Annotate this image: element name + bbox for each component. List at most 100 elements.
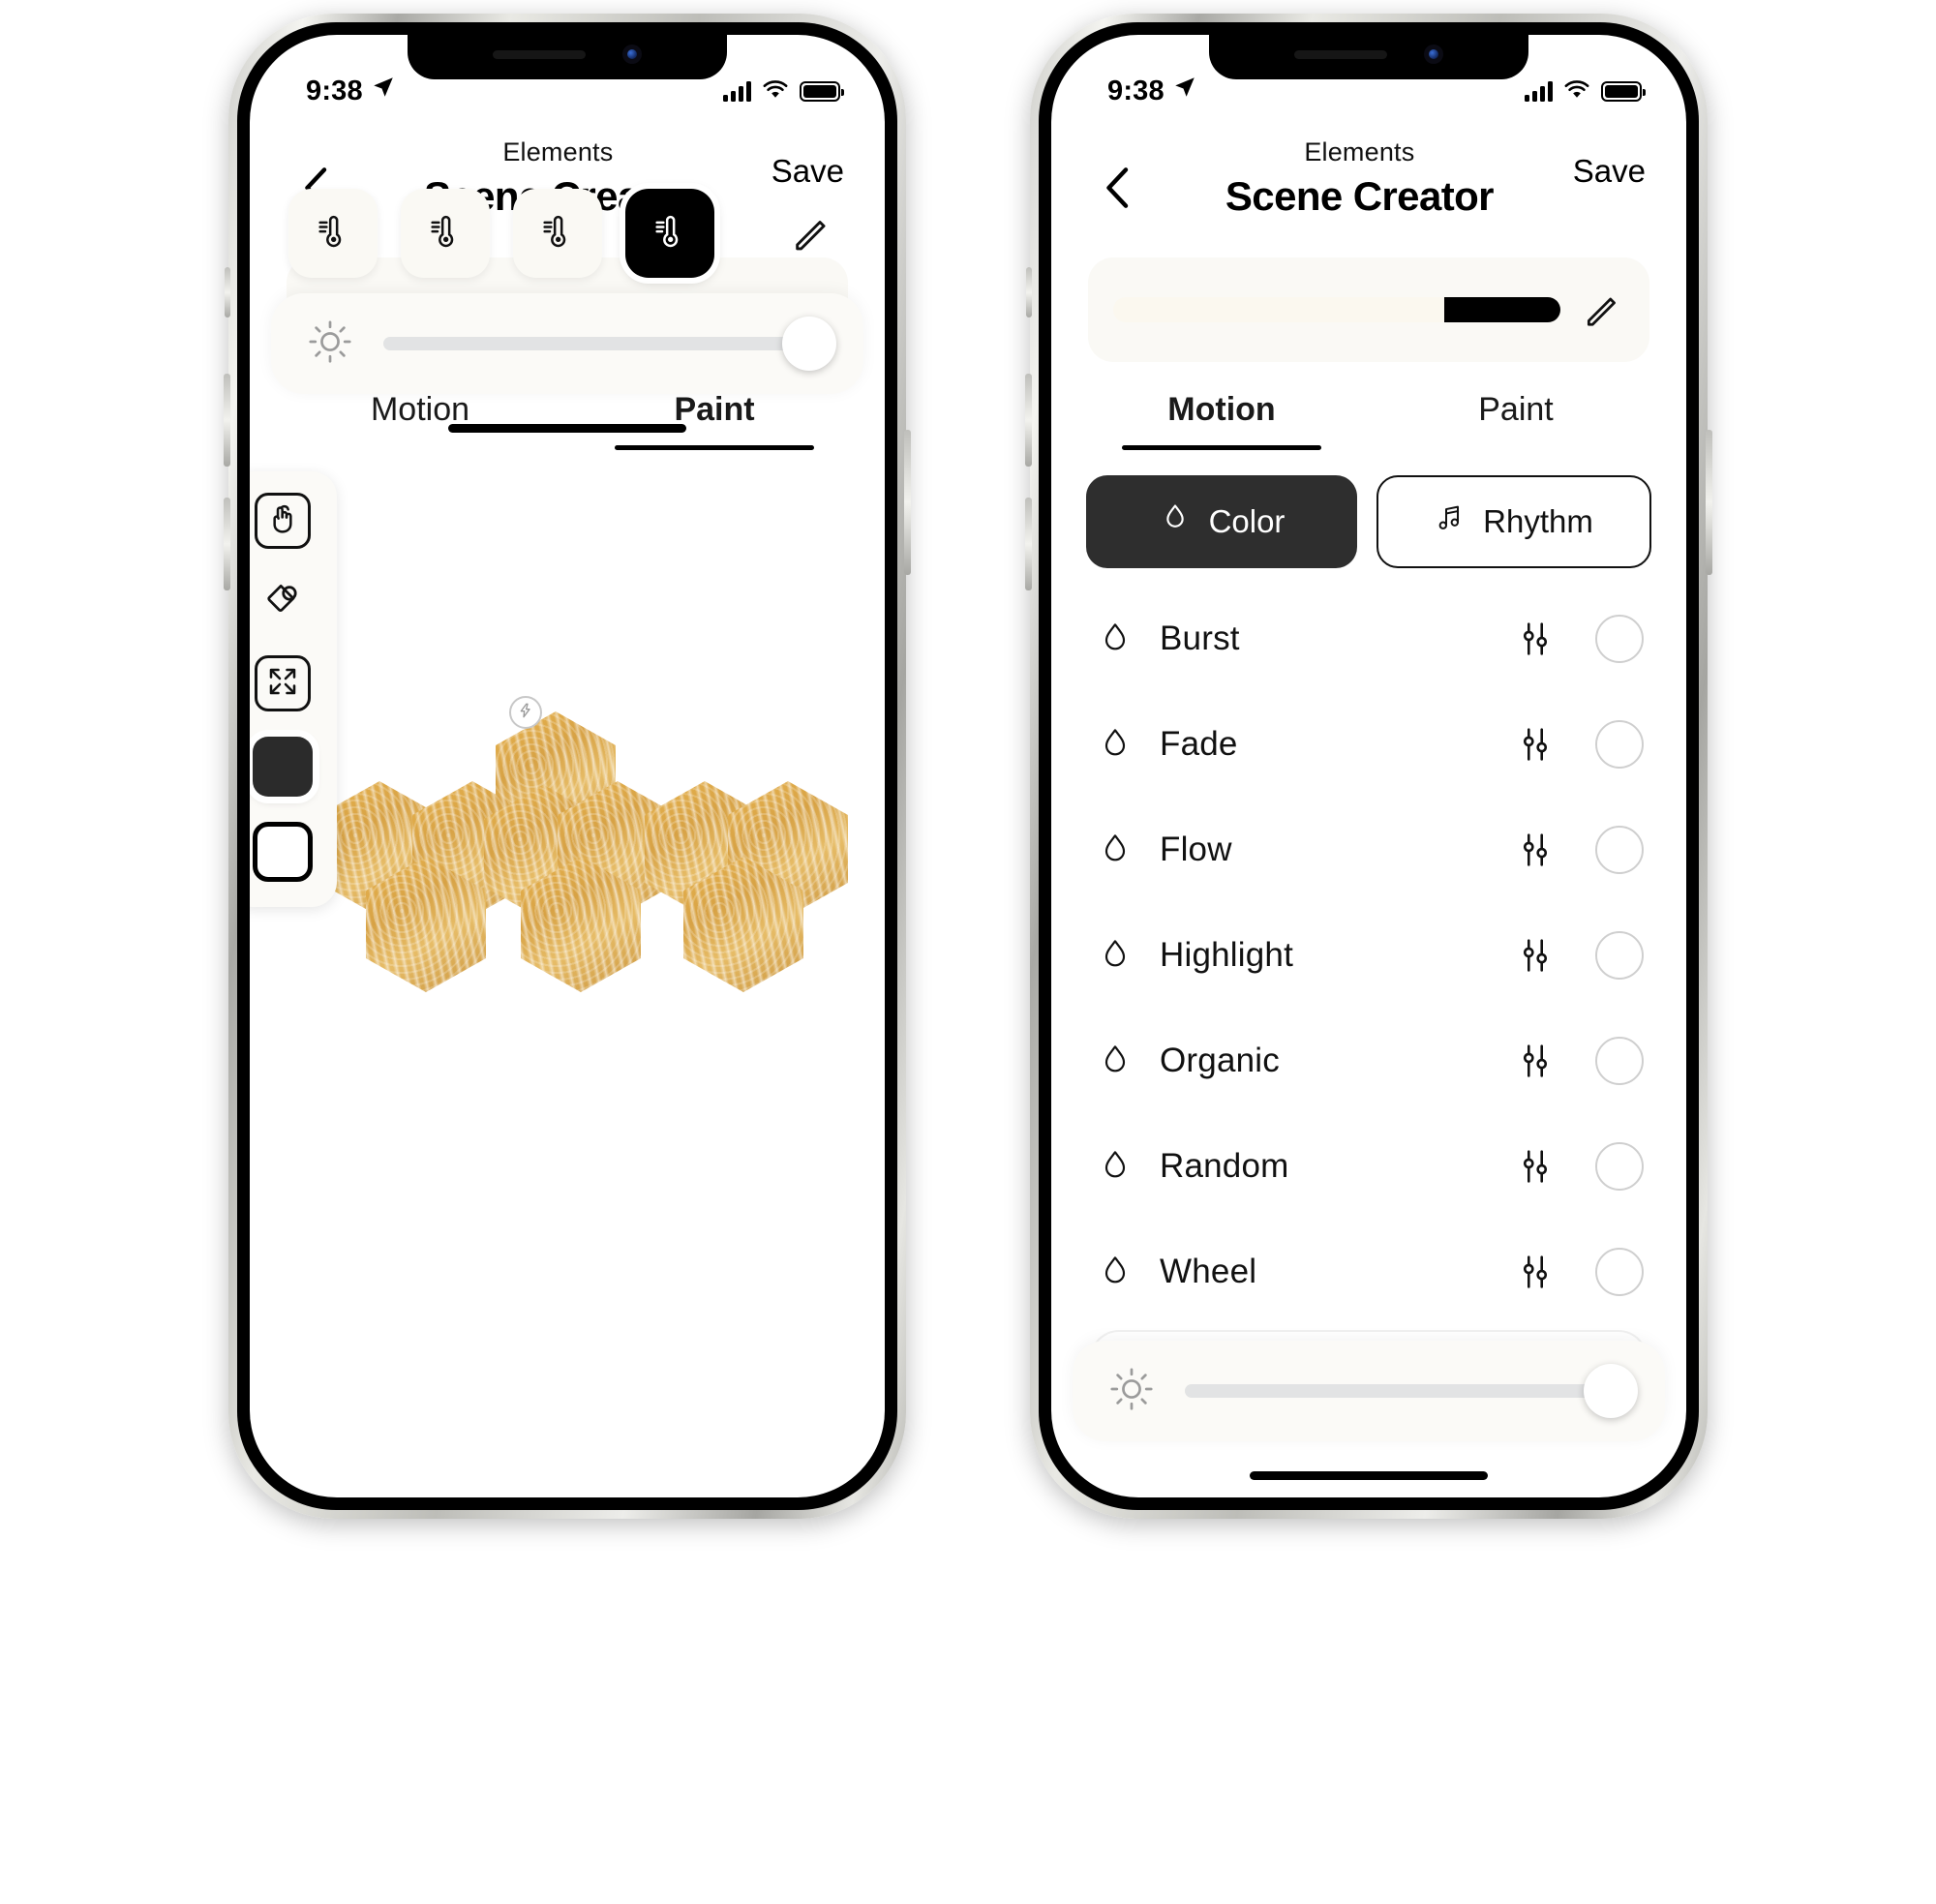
- volume-up-button[interactable]: [224, 374, 230, 467]
- volume-down-button[interactable]: [1025, 498, 1032, 590]
- panel-layout[interactable]: [250, 696, 885, 1021]
- panel-power-badge: [509, 696, 542, 729]
- status-time-group: 9:38: [1107, 75, 1197, 107]
- thermometer-icon: [538, 212, 577, 256]
- screen-left: 9:38 Elements Creator Save Motion Paint: [250, 35, 885, 1497]
- palette-edit-pencil-icon[interactable]: [1582, 288, 1624, 331]
- sliders-icon[interactable]: [1510, 1144, 1560, 1189]
- tab-paint[interactable]: Paint: [1369, 391, 1663, 450]
- breadcrumb: Elements: [1304, 137, 1415, 166]
- list-item-label: Organic: [1160, 1041, 1280, 1079]
- list-item-radio[interactable]: [1595, 614, 1644, 663]
- color-temperature-toolbar: [288, 189, 846, 278]
- palette-bar-right[interactable]: [1088, 257, 1649, 362]
- tab-active-underline: [1121, 445, 1322, 450]
- list-item[interactable]: Wheel: [1051, 1219, 1686, 1324]
- sliders-icon[interactable]: [1510, 617, 1560, 661]
- list-item[interactable]: Burst: [1051, 586, 1686, 691]
- segment-color[interactable]: Color: [1086, 475, 1357, 568]
- volume-down-button[interactable]: [224, 498, 230, 590]
- phone-left: 9:38 Elements Creator Save Motion Paint: [224, 14, 911, 1519]
- back-button[interactable]: [1092, 161, 1146, 215]
- list-item-label: Burst: [1160, 619, 1240, 657]
- list-item-radio[interactable]: [1595, 1036, 1644, 1085]
- notch: [1209, 35, 1528, 79]
- tab-bar-right: Motion Paint: [1051, 391, 1686, 450]
- tab-paint-label: Paint: [1478, 391, 1554, 428]
- status-time: 9:38: [1107, 75, 1165, 106]
- music-note-icon: [1435, 502, 1466, 541]
- tab-motion-label: Motion: [1167, 391, 1276, 428]
- segment-rhythm[interactable]: Rhythm: [1376, 475, 1651, 568]
- tab-motion[interactable]: Motion: [1074, 391, 1369, 450]
- temperature-edit-pencil-icon[interactable]: [790, 211, 834, 256]
- brightness-slider-knob[interactable]: [1584, 1364, 1638, 1418]
- expand-arrows-icon: [265, 664, 300, 704]
- droplet-icon: [1094, 1147, 1136, 1186]
- list-item[interactable]: Organic: [1051, 1008, 1686, 1113]
- sliders-icon[interactable]: [1510, 1250, 1560, 1294]
- home-indicator[interactable]: [448, 424, 686, 433]
- temperature-button-4[interactable]: [625, 189, 714, 278]
- hand-tap-tool-button[interactable]: [255, 493, 311, 549]
- brightness-slider-track[interactable]: [383, 317, 836, 371]
- sliders-icon[interactable]: [1510, 828, 1560, 872]
- list-item-radio[interactable]: [1595, 1247, 1644, 1296]
- home-indicator[interactable]: [1250, 1471, 1488, 1480]
- list-item[interactable]: Flow: [1051, 797, 1686, 902]
- list-item[interactable]: Fade: [1051, 691, 1686, 797]
- thermometer-icon: [314, 212, 352, 256]
- temperature-button-1[interactable]: [288, 189, 378, 278]
- list-item-label: Random: [1160, 1146, 1289, 1185]
- screenshot-stage: 9:38 Elements Creator Save Motion Paint …: [0, 0, 1936, 1904]
- brightness-slider-knob[interactable]: [782, 317, 836, 371]
- brightness-slider-track[interactable]: [1185, 1364, 1638, 1418]
- brightness-bar-right: [1073, 1341, 1665, 1441]
- droplet-icon: [1094, 936, 1136, 975]
- sliders-icon[interactable]: [1510, 1039, 1560, 1083]
- breadcrumb: Elements: [502, 137, 614, 166]
- thermometer-icon: [650, 212, 689, 256]
- list-item-label: Highlight: [1160, 935, 1293, 974]
- list-item[interactable]: Random: [1051, 1113, 1686, 1219]
- list-item-label: Flow: [1160, 830, 1232, 868]
- mute-switch[interactable]: [225, 267, 230, 317]
- status-time: 9:38: [306, 75, 363, 106]
- expand-tool-button[interactable]: [255, 655, 311, 711]
- tab-paint[interactable]: Paint: [567, 391, 862, 450]
- paint-bucket-tool-button[interactable]: [255, 574, 311, 630]
- list-item[interactable]: Highlight: [1051, 902, 1686, 1008]
- sliders-icon[interactable]: [1510, 722, 1560, 767]
- cellular-signal-icon: [1525, 80, 1553, 102]
- save-button[interactable]: Save: [771, 153, 844, 190]
- lightning-bolt-icon: [518, 703, 533, 723]
- effect-type-segmented-control: Color Rhythm: [1086, 475, 1651, 568]
- swatch-light[interactable]: [253, 822, 313, 882]
- power-button[interactable]: [1706, 430, 1712, 575]
- phone-bezel-right: 9:38 Elements Scene Creator Save Motion …: [1039, 22, 1699, 1510]
- power-button[interactable]: [904, 430, 911, 575]
- list-item-radio[interactable]: [1595, 930, 1644, 980]
- location-arrow-icon: [1172, 75, 1197, 107]
- list-item-radio[interactable]: [1595, 719, 1644, 769]
- thermometer-icon: [426, 212, 465, 256]
- palette-gradient-track[interactable]: [1113, 297, 1560, 322]
- tab-motion[interactable]: Motion: [273, 391, 567, 450]
- brightness-sun-icon: [306, 317, 354, 371]
- volume-up-button[interactable]: [1025, 374, 1032, 467]
- page-title: Scene Creator: [1225, 173, 1495, 219]
- phone-bezel-left: 9:38 Elements Creator Save Motion Paint: [237, 22, 897, 1510]
- list-item-radio[interactable]: [1595, 825, 1644, 874]
- sliders-icon[interactable]: [1510, 933, 1560, 978]
- swatch-dark[interactable]: [253, 737, 313, 797]
- tab-active-underline: [614, 445, 815, 450]
- droplet-icon: [1094, 1253, 1136, 1291]
- temperature-button-2[interactable]: [401, 189, 490, 278]
- location-arrow-icon: [371, 75, 396, 107]
- list-item-radio[interactable]: [1595, 1141, 1644, 1191]
- mute-switch[interactable]: [1026, 267, 1032, 317]
- segment-rhythm-label: Rhythm: [1483, 503, 1593, 539]
- temperature-button-3[interactable]: [513, 189, 602, 278]
- save-button[interactable]: Save: [1573, 153, 1646, 190]
- droplet-icon: [1094, 725, 1136, 764]
